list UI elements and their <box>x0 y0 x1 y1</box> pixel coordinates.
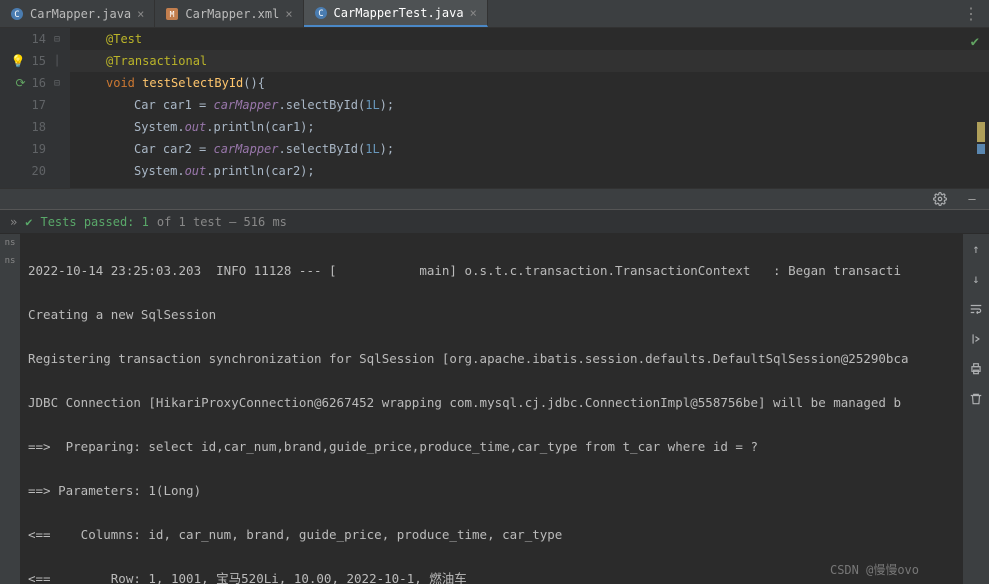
field-ref: carMapper <box>213 98 278 112</box>
console-toolbar-right: ↑ ↓ <box>963 234 989 584</box>
log-line: Registering transaction synchronization … <box>28 348 955 370</box>
trash-icon[interactable] <box>967 390 985 408</box>
code-text: .selectById( <box>279 142 366 156</box>
line-number: 19 <box>32 142 46 156</box>
gear-icon[interactable] <box>931 190 949 208</box>
log-line: 2022-10-14 23:25:03.203 INFO 11128 --- [… <box>28 260 955 282</box>
test-status-bar: » ✔ Tests passed: 1 of 1 test – 516 ms <box>0 210 989 234</box>
error-stripe[interactable] <box>975 32 985 182</box>
line-number: 18 <box>32 120 46 134</box>
static-field: out <box>185 120 207 134</box>
tests-passed-suffix: of 1 test – 516 ms <box>157 215 287 229</box>
close-icon[interactable]: × <box>470 6 477 20</box>
svg-text:C: C <box>14 10 19 20</box>
line-number: 17 <box>32 98 46 112</box>
line-number: 16 <box>32 76 46 90</box>
minimize-icon[interactable]: — <box>963 190 981 208</box>
log-line: ==> Preparing: select id,car_num,brand,g… <box>28 436 955 458</box>
tab-label: CarMapper.xml <box>185 7 279 21</box>
code-text: .println(car2); <box>206 164 314 178</box>
run-toolbar-left: ns ns <box>0 234 20 584</box>
log-line: Creating a new SqlSession <box>28 304 955 326</box>
ms-label: ns <box>5 238 16 248</box>
gutter: 14 ⊟ 💡 15 │ ⟳ 16 ⊟ 17 18 19 20 <box>0 28 70 188</box>
log-line: <== Row: 1, 1001, 宝马520Li, 10.00, 2022-1… <box>28 568 955 584</box>
scroll-down-icon[interactable]: ↓ <box>967 270 985 288</box>
warning-marker[interactable] <box>977 122 985 142</box>
console-output[interactable]: 2022-10-14 23:25:03.203 INFO 11128 --- [… <box>20 234 963 584</box>
log-line: ==> Parameters: 1(Long) <box>28 480 955 502</box>
scroll-up-icon[interactable]: ↑ <box>967 240 985 258</box>
number-literal: 1L <box>365 98 379 112</box>
code-text: (){ <box>243 76 265 90</box>
code-text: Car car2 = <box>134 142 213 156</box>
editor-tabs: C CarMapper.java × M CarMapper.xml × C C… <box>0 0 989 28</box>
editor: ✔ 14⊟ 💡15│ ⟳16⊟ 17 18 19 20 @Test @Trans… <box>0 28 989 188</box>
static-field: out <box>185 164 207 178</box>
code-text: ); <box>380 98 394 112</box>
intention-bulb-icon[interactable]: 💡 <box>11 54 26 68</box>
log-line: JDBC Connection [HikariProxyConnection@6… <box>28 392 955 414</box>
code-text: .println(car1); <box>206 120 314 134</box>
tab-label: CarMapperTest.java <box>334 6 464 20</box>
code-text: System. <box>134 120 185 134</box>
field-ref: carMapper <box>213 142 278 156</box>
close-icon[interactable]: × <box>137 7 144 21</box>
line-number: 14 <box>32 32 46 46</box>
run-test-icon[interactable]: ⟳ <box>15 76 25 90</box>
svg-text:M: M <box>170 10 175 19</box>
tab-carmapper-xml[interactable]: M CarMapper.xml × <box>155 0 303 27</box>
code-text: Car car1 = <box>134 98 213 112</box>
ms-label: ns <box>5 256 16 266</box>
method-name: testSelectById <box>142 76 243 90</box>
expand-icon[interactable]: » <box>10 215 17 229</box>
info-marker[interactable] <box>977 144 985 154</box>
tool-window-header: — <box>0 188 989 210</box>
java-class-icon: C <box>314 6 328 20</box>
code-area[interactable]: @Test @Transactional void testSelectById… <box>70 28 989 188</box>
fold-icon[interactable]: ⊟ <box>52 34 62 45</box>
code-text: .selectById( <box>279 98 366 112</box>
scroll-to-end-icon[interactable] <box>967 330 985 348</box>
close-icon[interactable]: × <box>285 7 292 21</box>
svg-text:C: C <box>318 9 323 19</box>
log-line: <== Columns: id, car_num, brand, guide_p… <box>28 524 955 546</box>
keyword: void <box>106 76 142 90</box>
test-pass-icon: ✔ <box>25 215 32 229</box>
soft-wrap-icon[interactable] <box>967 300 985 318</box>
java-class-icon: C <box>10 7 24 21</box>
fold-icon[interactable]: │ <box>52 56 62 67</box>
tab-label: CarMapper.java <box>30 7 131 21</box>
fold-icon[interactable]: ⊟ <box>52 78 62 89</box>
number-literal: 1L <box>365 142 379 156</box>
code-text: System. <box>134 164 185 178</box>
console-panel: ns ns 2022-10-14 23:25:03.203 INFO 11128… <box>0 234 989 584</box>
tests-passed-label: Tests passed: 1 <box>40 215 148 229</box>
annotation: @Transactional <box>106 54 207 68</box>
annotation: @Test <box>106 32 142 46</box>
code-text: ); <box>380 142 394 156</box>
xml-file-icon: M <box>165 7 179 21</box>
line-number: 15 <box>32 54 46 68</box>
more-icon[interactable]: ⋮ <box>953 4 989 23</box>
tab-carmapper-java[interactable]: C CarMapper.java × <box>0 0 155 27</box>
tab-carmappertest-java[interactable]: C CarMapperTest.java × <box>304 0 488 27</box>
print-icon[interactable] <box>967 360 985 378</box>
line-number: 20 <box>32 164 46 178</box>
